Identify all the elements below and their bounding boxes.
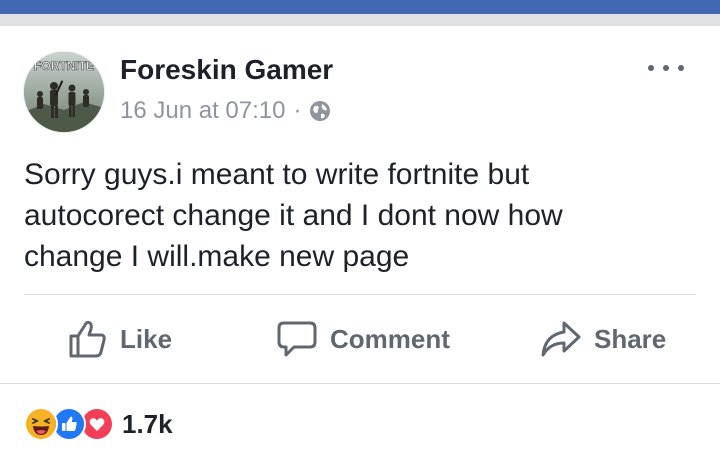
divider: [24, 294, 696, 295]
divider: [0, 383, 720, 384]
more-dot-icon: [648, 65, 654, 71]
share-label: Share: [594, 323, 667, 354]
thumbs-up-icon: [69, 320, 106, 358]
share-button[interactable]: Share: [540, 312, 666, 366]
action-bar: Like Comment Share: [0, 312, 720, 366]
app-top-bar: [0, 0, 720, 14]
more-dot-icon: [678, 65, 684, 71]
like-button[interactable]: Like: [68, 312, 172, 366]
reaction-count: 1.7k: [122, 408, 173, 439]
meta-separator: ·: [293, 97, 302, 124]
post-text-line: autocorect change it and I dont now how: [24, 199, 563, 232]
speech-bubble-icon: [277, 321, 317, 357]
avatar-logo-text: FORTNITE: [34, 59, 94, 73]
more-options-button[interactable]: [648, 60, 684, 76]
author-name[interactable]: Foreskin Gamer: [120, 54, 333, 86]
feed-gap: [0, 14, 720, 26]
post-text: Sorry guys.i meant to write fortnite but…: [24, 154, 694, 277]
share-arrow-icon: [541, 321, 581, 357]
post-card: FORTNITE Foreskin Gamer 16 Jun at 07:10 …: [0, 26, 720, 460]
globe-icon[interactable]: [309, 100, 331, 122]
post-text-line: Sorry guys.i meant to write fortnite but: [24, 158, 530, 191]
post-meta: 16 Jun at 07:10 ·: [120, 97, 331, 125]
more-dot-icon: [663, 65, 669, 71]
like-label: Like: [120, 323, 173, 354]
post-timestamp[interactable]: 16 Jun at 07:10: [120, 97, 285, 125]
avatar[interactable]: FORTNITE: [24, 52, 104, 132]
post-text-line: change I will.make new page: [24, 240, 410, 273]
comment-button[interactable]: Comment: [276, 312, 450, 366]
comment-label: Comment: [330, 323, 450, 354]
reaction-summary[interactable]: 1.7k: [24, 406, 173, 442]
haha-reaction-icon: [24, 407, 58, 441]
